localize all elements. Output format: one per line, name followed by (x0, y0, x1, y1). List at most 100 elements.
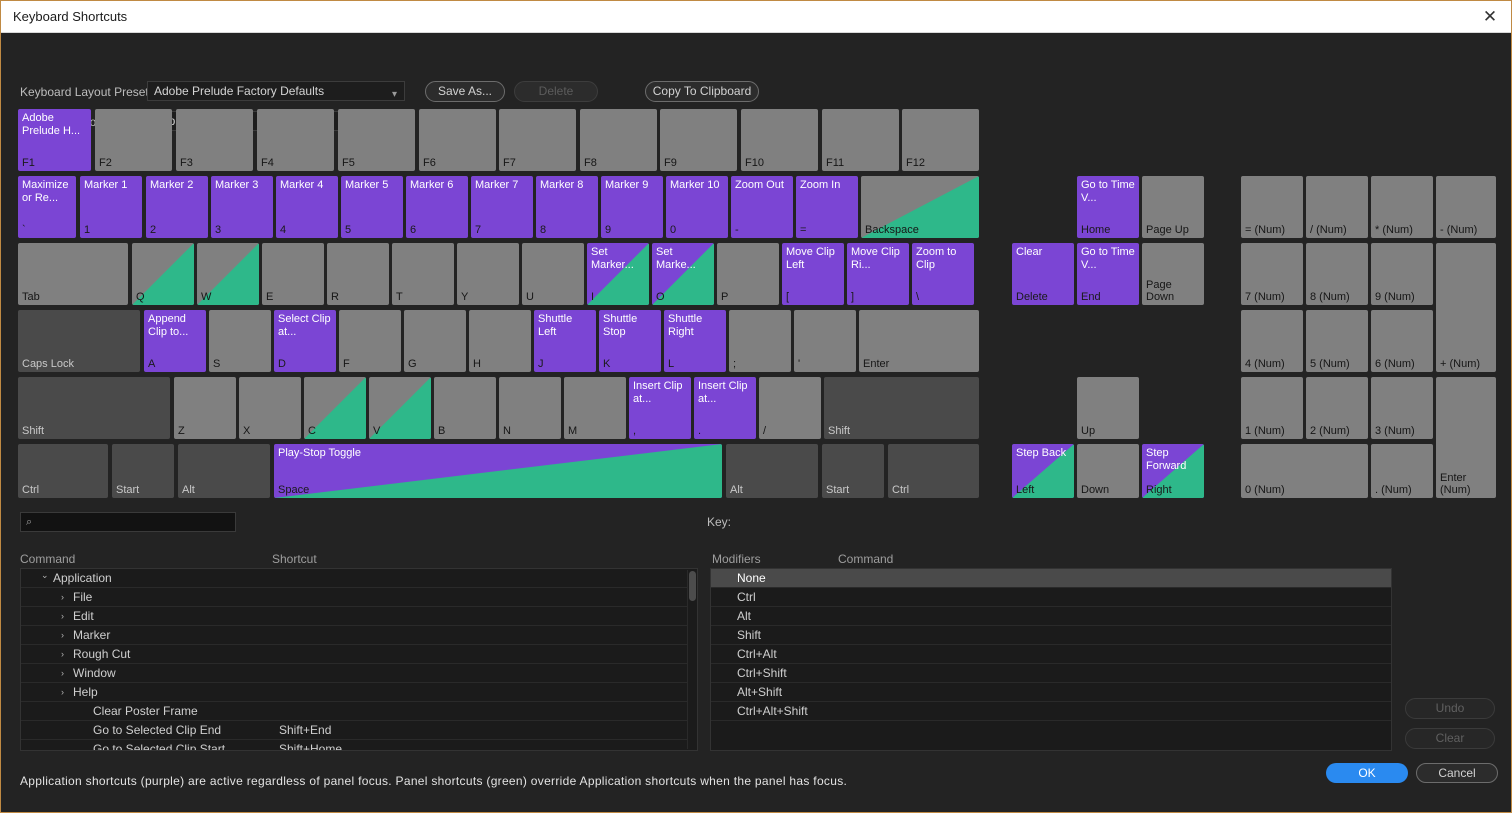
command-row[interactable]: ⌄Application (21, 569, 688, 588)
key-f5[interactable]: F5 (338, 109, 415, 171)
scrollbar-thumb[interactable] (689, 571, 696, 601)
chevron-right-icon[interactable]: › (61, 664, 64, 683)
modifier-row[interactable]: Ctrl (711, 588, 1391, 607)
key-[interactable]: Move Clip Ri...] (847, 243, 909, 305)
key-f12[interactable]: F12 (902, 109, 979, 171)
cancel-button[interactable]: Cancel (1416, 763, 1498, 783)
key-x[interactable]: X (239, 377, 301, 439)
key-home[interactable]: Go to Time V...Home (1077, 176, 1139, 238)
key-enter-num[interactable]: Enter (Num) (1436, 377, 1496, 498)
key-num[interactable]: - (Num) (1436, 176, 1496, 238)
save-as-button[interactable]: Save As... (425, 81, 505, 102)
key-caps-lock[interactable]: Caps Lock (18, 310, 140, 372)
key-up[interactable]: Up (1077, 377, 1139, 439)
key-space[interactable]: Play-Stop ToggleSpace (274, 444, 722, 498)
key-[interactable]: ' (794, 310, 856, 372)
key-num[interactable]: / (Num) (1306, 176, 1368, 238)
key-2-num[interactable]: 2 (Num) (1306, 377, 1368, 439)
key-m[interactable]: M (564, 377, 626, 439)
key-k[interactable]: Shuttle StopK (599, 310, 661, 372)
chevron-right-icon[interactable]: › (61, 607, 64, 626)
key-g[interactable]: G (404, 310, 466, 372)
key-t[interactable]: T (392, 243, 454, 305)
key-[interactable]: Zoom In= (796, 176, 858, 238)
key-y[interactable]: Y (457, 243, 519, 305)
key-r[interactable]: R (327, 243, 389, 305)
key-backspace[interactable]: Backspace (861, 176, 979, 238)
key-5-num[interactable]: 5 (Num) (1306, 310, 1368, 372)
key-3-num[interactable]: 3 (Num) (1371, 377, 1433, 439)
key-9[interactable]: Marker 99 (601, 176, 663, 238)
key-num[interactable]: * (Num) (1371, 176, 1433, 238)
key-f6[interactable]: F6 (419, 109, 496, 171)
key-[interactable]: Insert Clip at.... (694, 377, 756, 439)
key-6[interactable]: Marker 66 (406, 176, 468, 238)
command-row[interactable]: ›Help (21, 683, 688, 702)
key-j[interactable]: Shuttle LeftJ (534, 310, 596, 372)
key-z[interactable]: Z (174, 377, 236, 439)
chevron-right-icon[interactable]: › (61, 626, 64, 645)
key-alt[interactable]: Alt (726, 444, 818, 498)
key-n[interactable]: N (499, 377, 561, 439)
key-9-num[interactable]: 9 (Num) (1371, 243, 1433, 305)
key-ctrl[interactable]: Ctrl (18, 444, 108, 498)
key-4-num[interactable]: 4 (Num) (1241, 310, 1303, 372)
key-alt[interactable]: Alt (178, 444, 270, 498)
key-5[interactable]: Marker 55 (341, 176, 403, 238)
key-f8[interactable]: F8 (580, 109, 657, 171)
key-start[interactable]: Start (822, 444, 884, 498)
chevron-right-icon[interactable]: › (61, 588, 64, 607)
modifier-row[interactable]: Ctrl+Alt+Shift (711, 702, 1391, 721)
key-b[interactable]: B (434, 377, 496, 439)
key-tab[interactable]: Tab (18, 243, 128, 305)
key-c[interactable]: C (304, 377, 366, 439)
key-shift[interactable]: Shift (824, 377, 979, 439)
key-right[interactable]: Step ForwardRight (1142, 444, 1204, 498)
chevron-down-icon[interactable]: ⌄ (41, 568, 49, 585)
command-list-scrollbar[interactable] (687, 570, 696, 749)
command-row[interactable]: ›Marker (21, 626, 688, 645)
preset-select[interactable]: Adobe Prelude Factory Defaults ▾ (147, 81, 405, 101)
key-f1[interactable]: Adobe Prelude H...F1 (18, 109, 91, 171)
key-f3[interactable]: F3 (176, 109, 253, 171)
modifier-row[interactable]: Shift (711, 626, 1391, 645)
modifier-row[interactable]: Ctrl+Shift (711, 664, 1391, 683)
key-u[interactable]: U (522, 243, 584, 305)
key-down[interactable]: Down (1077, 444, 1139, 498)
key-i[interactable]: Set Marker...I (587, 243, 649, 305)
key-p[interactable]: P (717, 243, 779, 305)
close-icon[interactable]: ✕ (1479, 6, 1501, 28)
key-o[interactable]: Set Marke...O (652, 243, 714, 305)
command-row[interactable]: Clear Poster Frame (21, 702, 688, 721)
key-7[interactable]: Marker 77 (471, 176, 533, 238)
key-e[interactable]: E (262, 243, 324, 305)
key-0-num[interactable]: 0 (Num) (1241, 444, 1368, 498)
key-num[interactable]: + (Num) (1436, 243, 1496, 372)
key-q[interactable]: Q (132, 243, 194, 305)
copy-to-clipboard-button[interactable]: Copy To Clipboard (645, 81, 759, 102)
search-input[interactable] (42, 514, 232, 530)
command-list[interactable]: ⌄Application›File›Edit›Marker›Rough Cut›… (20, 568, 698, 751)
key-6-num[interactable]: 6 (Num) (1371, 310, 1433, 372)
modifier-row[interactable]: Alt+Shift (711, 683, 1391, 702)
search-box[interactable]: ⌕ (20, 512, 236, 532)
key-1[interactable]: Marker 11 (80, 176, 142, 238)
modifier-row[interactable]: Ctrl+Alt (711, 645, 1391, 664)
chevron-right-icon[interactable]: › (61, 645, 64, 664)
key-8-num[interactable]: 8 (Num) (1306, 243, 1368, 305)
key-[interactable]: Insert Clip at..., (629, 377, 691, 439)
key-f10[interactable]: F10 (741, 109, 818, 171)
key-f9[interactable]: F9 (660, 109, 737, 171)
key-7-num[interactable]: 7 (Num) (1241, 243, 1303, 305)
command-row[interactable]: ›Rough Cut (21, 645, 688, 664)
key-num[interactable]: . (Num) (1371, 444, 1433, 498)
key-f11[interactable]: F11 (822, 109, 899, 171)
key-a[interactable]: Append Clip to...A (144, 310, 206, 372)
key-1-num[interactable]: 1 (Num) (1241, 377, 1303, 439)
key-4[interactable]: Marker 44 (276, 176, 338, 238)
key-enter[interactable]: Enter (859, 310, 979, 372)
key-f2[interactable]: F2 (95, 109, 172, 171)
key-ctrl[interactable]: Ctrl (888, 444, 979, 498)
key-delete[interactable]: ClearDelete (1012, 243, 1074, 305)
command-row[interactable]: Go to Selected Clip StartShift+Home (21, 740, 688, 751)
